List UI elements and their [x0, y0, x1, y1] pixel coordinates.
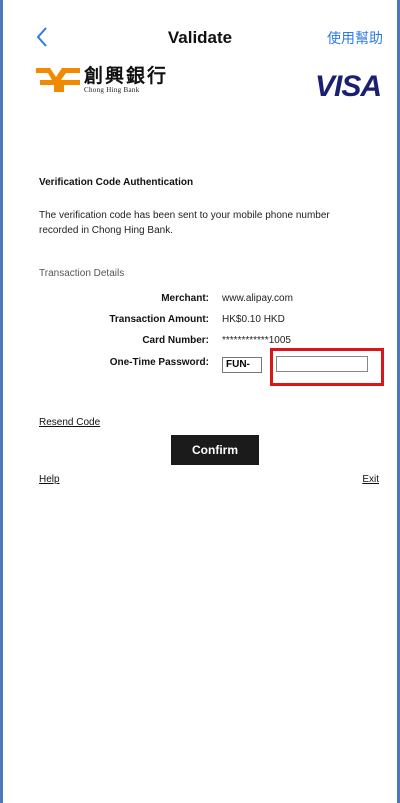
amount-value: HK$0.10 HKD	[222, 314, 285, 325]
card-value: ************1005	[222, 335, 291, 346]
resend-code-link[interactable]: Resend Code	[39, 417, 100, 428]
auth-message: The verification code has been sent to y…	[39, 210, 330, 236]
bank-logo: 創興銀行 Chong Hing Bank	[36, 66, 168, 94]
bank-name-chinese: 創興銀行	[84, 65, 169, 87]
bank-emblem-icon	[36, 68, 80, 92]
merchant-label: Merchant:	[161, 293, 209, 304]
amount-label: Transaction Amount:	[109, 314, 209, 325]
help-usage-link[interactable]: 使用幫助	[327, 28, 383, 48]
otp-label: One-Time Password:	[109, 357, 209, 368]
app-frame: Validate 使用幫助 創興銀行 Chong Hing Bank VISA …	[0, 0, 400, 803]
otp-prefix: FUN-	[222, 357, 262, 373]
auth-title: Verification Code Authentication	[39, 177, 194, 188]
confirm-button[interactable]: Confirm	[171, 435, 259, 465]
otp-highlight-box	[270, 348, 384, 386]
bank-name-english: Chong Hing Bank	[84, 86, 140, 94]
merchant-row: Merchant: www.alipay.com	[3, 293, 397, 309]
transaction-details-heading: Transaction Details	[39, 268, 125, 279]
merchant-value: www.alipay.com	[222, 293, 293, 304]
exit-link[interactable]: Exit	[362, 474, 379, 485]
help-link[interactable]: Help	[39, 474, 60, 485]
amount-row: Transaction Amount: HK$0.10 HKD	[3, 314, 397, 330]
visa-logo: VISA	[314, 70, 382, 103]
card-label: Card Number:	[142, 335, 209, 346]
